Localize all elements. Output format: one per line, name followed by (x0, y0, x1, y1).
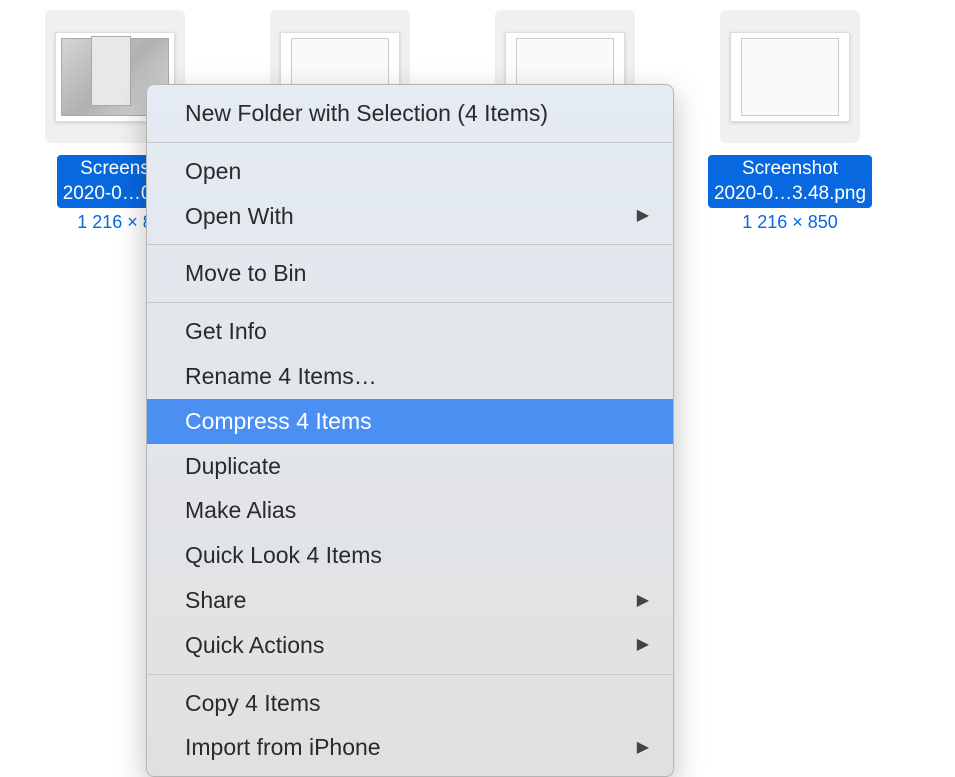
menu-compress[interactable]: Compress 4 Items (147, 399, 673, 444)
menu-label: Move to Bin (185, 255, 306, 292)
menu-label: Share (185, 582, 246, 619)
menu-label: Compress 4 Items (185, 403, 372, 440)
submenu-arrow-icon: ▶ (637, 588, 649, 614)
menu-share[interactable]: Share ▶ (147, 578, 673, 623)
thumbnail-frame (720, 10, 860, 143)
menu-divider (147, 244, 673, 245)
file-item-4[interactable]: Screenshot 2020-0…3.48.png 1 216 × 850 (705, 10, 875, 233)
menu-divider (147, 674, 673, 675)
menu-make-alias[interactable]: Make Alias (147, 488, 673, 533)
file-dimensions: 1 216 × 8 (77, 212, 153, 233)
menu-label: Open With (185, 198, 294, 235)
menu-label: Get Info (185, 313, 267, 350)
menu-label: Import from iPhone (185, 729, 381, 766)
menu-import-iphone[interactable]: Import from iPhone ▶ (147, 725, 673, 770)
menu-divider (147, 142, 673, 143)
thumbnail-preview (730, 32, 850, 122)
menu-move-to-bin[interactable]: Move to Bin (147, 251, 673, 296)
submenu-arrow-icon: ▶ (637, 203, 649, 229)
menu-label: New Folder with Selection (4 Items) (185, 95, 548, 132)
menu-open-with[interactable]: Open With ▶ (147, 194, 673, 239)
menu-get-info[interactable]: Get Info (147, 309, 673, 354)
menu-quick-look[interactable]: Quick Look 4 Items (147, 533, 673, 578)
menu-divider (147, 302, 673, 303)
menu-label: Quick Actions (185, 627, 324, 664)
menu-label: Make Alias (185, 492, 296, 529)
menu-quick-actions[interactable]: Quick Actions ▶ (147, 623, 673, 668)
menu-open[interactable]: Open (147, 149, 673, 194)
menu-duplicate[interactable]: Duplicate (147, 444, 673, 489)
submenu-arrow-icon: ▶ (637, 632, 649, 658)
menu-label: Rename 4 Items… (185, 358, 377, 395)
submenu-arrow-icon: ▶ (637, 735, 649, 761)
menu-copy[interactable]: Copy 4 Items (147, 681, 673, 726)
menu-rename[interactable]: Rename 4 Items… (147, 354, 673, 399)
menu-label: Copy 4 Items (185, 685, 321, 722)
context-menu: New Folder with Selection (4 Items) Open… (146, 84, 674, 777)
menu-new-folder-selection[interactable]: New Folder with Selection (4 Items) (147, 91, 673, 136)
file-name-label: Screenshot 2020-0…3.48.png (708, 155, 872, 208)
menu-label: Open (185, 153, 241, 190)
menu-label: Quick Look 4 Items (185, 537, 382, 574)
menu-label: Duplicate (185, 448, 281, 485)
file-dimensions: 1 216 × 850 (742, 212, 838, 233)
